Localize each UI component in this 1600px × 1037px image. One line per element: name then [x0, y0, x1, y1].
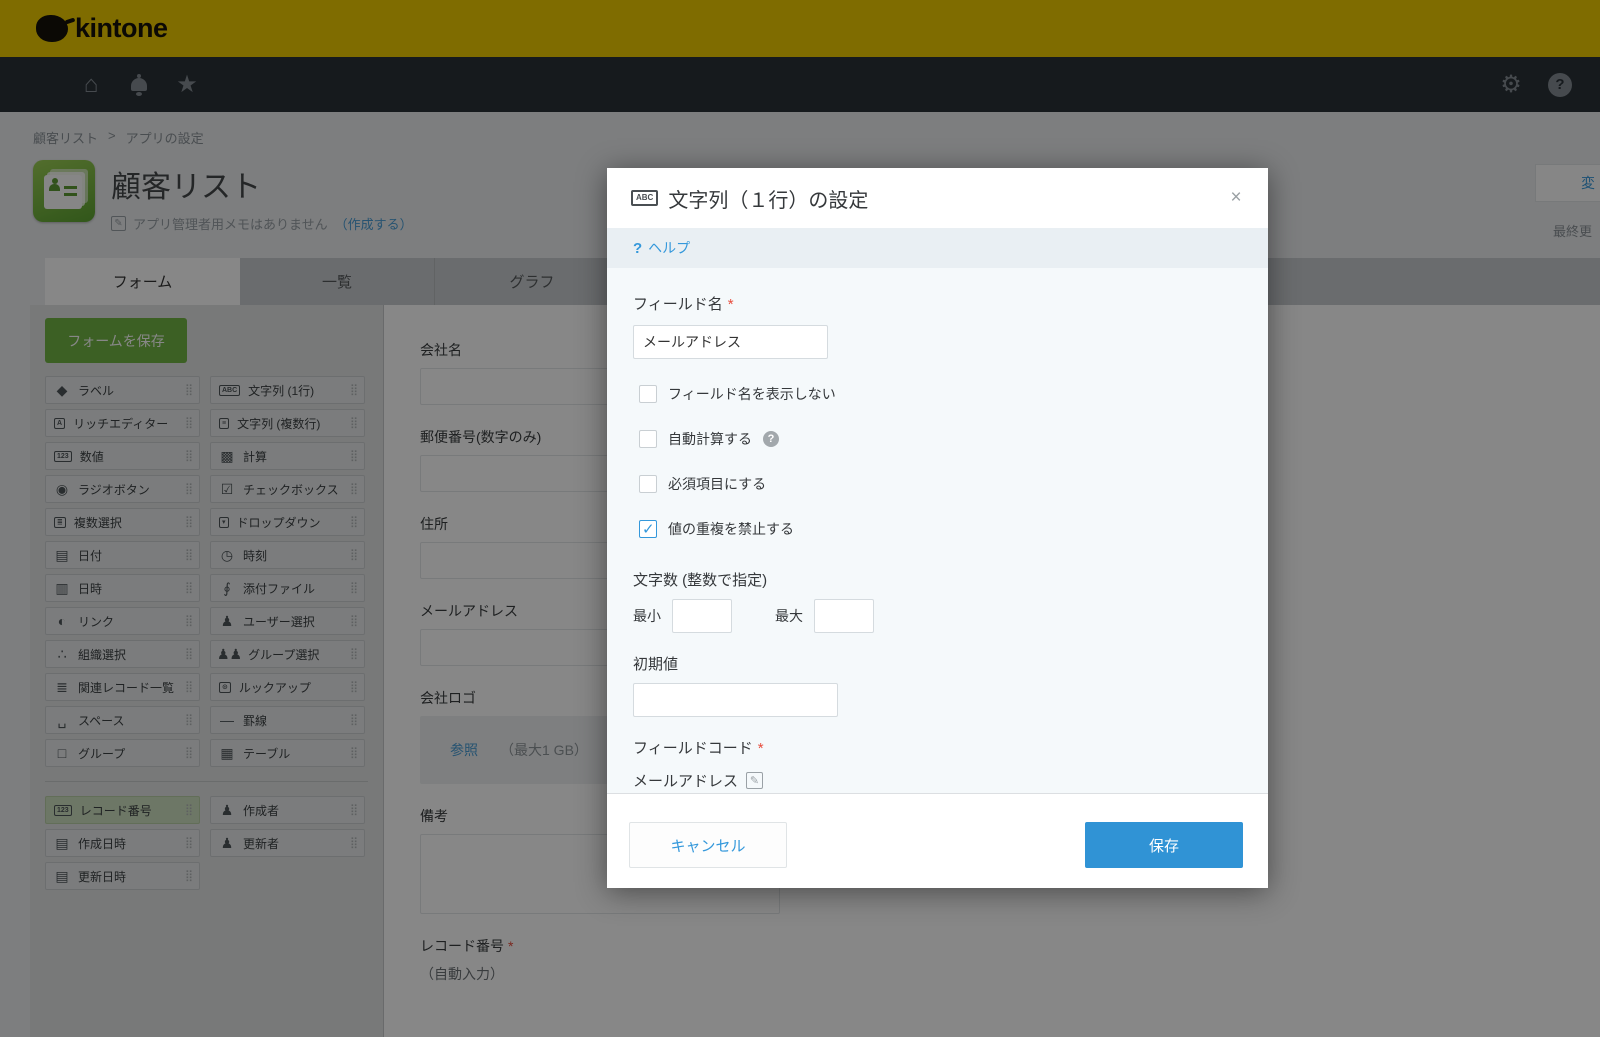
field-name-input[interactable] [633, 325, 828, 359]
checkbox[interactable] [639, 385, 657, 403]
dialog-footer: キャンセル 保存 [607, 793, 1268, 888]
checkbox[interactable] [639, 475, 657, 493]
default-value-label: 初期値 [633, 653, 1242, 673]
checkbox-row: 値の重複を禁止する ? [633, 519, 1242, 539]
save-button[interactable]: 保存 [1085, 822, 1243, 868]
checkbox[interactable] [639, 520, 657, 538]
max-label: 最大 [775, 606, 803, 626]
single-line-text-icon: ABC [631, 190, 658, 206]
min-max-row: 最小 最大 [633, 599, 1242, 633]
checkbox-label: 必須項目にする [668, 474, 766, 494]
cancel-button[interactable]: キャンセル [629, 822, 787, 868]
help-link[interactable]: ? ヘルプ [633, 238, 690, 258]
min-length-input[interactable] [672, 599, 732, 633]
field-settings-dialog: ABC 文字列（１行）の設定 × ? ヘルプ フィールド名* フィールド名を表示… [607, 168, 1268, 888]
help-tooltip-icon[interactable]: ? [763, 431, 779, 447]
min-label: 最小 [633, 606, 661, 626]
edit-field-code-icon[interactable]: ✎ [746, 772, 763, 789]
field-code-label: フィールドコード* [633, 737, 1242, 757]
checkbox-row: 自動計算する ? [633, 429, 1242, 449]
close-icon[interactable]: × [1222, 184, 1250, 212]
checkbox-label: 自動計算する [668, 429, 752, 449]
field-code-row: メールアドレス ✎ [633, 770, 1242, 791]
option-checkbox-list: フィールド名を表示しない ? 自動計算する ? 必須項目にする ? 値の重複を禁… [633, 384, 1242, 539]
checkbox[interactable] [639, 430, 657, 448]
default-value-input[interactable] [633, 683, 838, 717]
required-mark: * [728, 296, 734, 313]
checkbox-label: 値の重複を禁止する [668, 519, 794, 539]
required-mark: * [758, 740, 764, 757]
checkbox-row: 必須項目にする ? [633, 474, 1242, 494]
checkbox-row: フィールド名を表示しない ? [633, 384, 1242, 404]
checkbox-label: フィールド名を表示しない [668, 384, 836, 404]
dialog-header: ABC 文字列（１行）の設定 × [607, 168, 1268, 228]
char-length-label: 文字数 (整数で指定) [633, 569, 1242, 589]
field-code-value: メールアドレス [633, 770, 738, 791]
dialog-title: 文字列（１行）の設定 [668, 184, 868, 213]
question-mark-icon: ? [633, 240, 642, 257]
field-name-label: フィールド名* [633, 293, 1242, 313]
dialog-help-bar: ? ヘルプ [607, 228, 1268, 268]
max-length-input[interactable] [814, 599, 874, 633]
dialog-body: フィールド名* フィールド名を表示しない ? 自動計算する ? 必須項目にする … [607, 268, 1268, 793]
